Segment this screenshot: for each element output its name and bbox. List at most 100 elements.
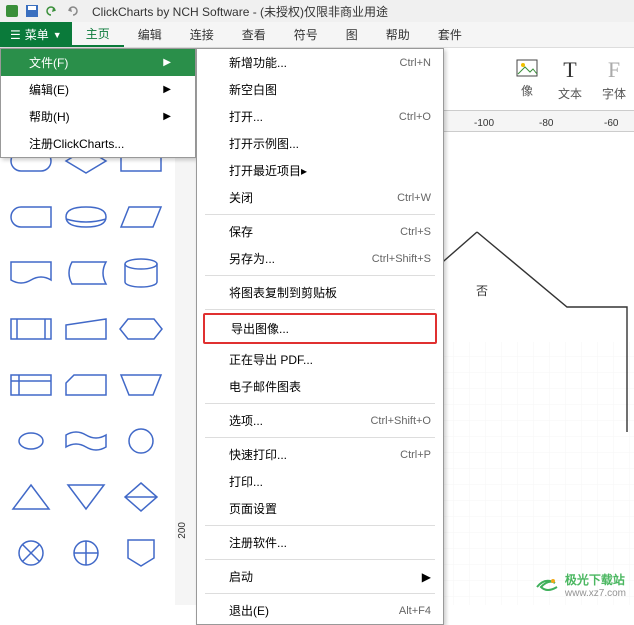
main-menu-button[interactable]: ☰ 菜单 ▼ — [0, 22, 72, 47]
menu-item-label: 快速打印... — [229, 446, 287, 463]
menu-item-save-as[interactable]: 另存为... Ctrl+Shift+S — [197, 245, 443, 272]
menu-item-options[interactable]: 选项...Ctrl+Shift+O — [197, 407, 443, 434]
decision-label-no: 否 — [476, 282, 488, 299]
menu-item-quick-print[interactable]: 快速打印... Ctrl+P — [197, 441, 443, 468]
menu-item-label: 编辑(E) — [29, 81, 69, 98]
redo-icon[interactable] — [64, 3, 80, 19]
menu-item-launch[interactable]: 启动▶ — [197, 563, 443, 590]
menu-item-label: 文件(F) — [29, 54, 68, 71]
menu-item-label: 电子邮件图表 — [229, 378, 301, 395]
shortcut: Ctrl+Shift+S — [372, 253, 431, 265]
menu-item-label: 保存 — [229, 223, 253, 240]
menu-item-register-software[interactable]: 注册软件... — [197, 529, 443, 556]
shape-manual-input[interactable] — [61, 304, 110, 354]
menu-separator — [205, 559, 435, 560]
tab-edit[interactable]: 编辑 — [124, 22, 176, 47]
menu-item-exit[interactable]: 退出(E)Alt+F4 — [197, 597, 443, 624]
undo-icon[interactable] — [44, 3, 60, 19]
tab-view[interactable]: 查看 — [228, 22, 280, 47]
highlight-annotation: 导出图像... — [203, 313, 437, 344]
watermark-logo-icon — [533, 573, 561, 597]
menu-item-label: 启动 — [229, 568, 253, 585]
shape-internal-storage[interactable] — [6, 360, 55, 410]
menu-item-open[interactable]: 打开...Ctrl+O — [197, 103, 443, 130]
menu-item-help[interactable]: 帮助(H) ▶ — [1, 103, 195, 130]
shape-triangle-down[interactable] — [61, 472, 110, 522]
tab-help[interactable]: 帮助 — [372, 22, 424, 47]
menu-item-email[interactable]: 电子邮件图表 — [197, 373, 443, 400]
shape-connector[interactable] — [117, 416, 166, 466]
menu-item-print[interactable]: 打印... — [197, 468, 443, 495]
menu-separator — [205, 309, 435, 310]
shape-offpage[interactable] — [117, 528, 166, 578]
shape-display[interactable] — [61, 192, 110, 242]
tool-image[interactable]: 像 — [516, 59, 538, 99]
shape-card[interactable] — [61, 360, 110, 410]
menu-item-register[interactable]: 注册ClickCharts... — [1, 130, 195, 157]
shape-delay-left[interactable] — [6, 192, 55, 242]
menu-item-new-blank[interactable]: 新空白图 — [197, 76, 443, 103]
tool-label: 字体 — [602, 85, 626, 102]
tab-symbol[interactable]: 符号 — [280, 22, 332, 47]
menu-item-edit[interactable]: 编辑(E) ▶ — [1, 76, 195, 103]
menu-item-label: 导出图像... — [231, 320, 289, 337]
menu-separator — [205, 214, 435, 215]
menu-separator — [205, 593, 435, 594]
menu-separator — [205, 437, 435, 438]
menu-item-new[interactable]: 新增功能... Ctrl+N — [197, 49, 443, 76]
shortcut: Ctrl+N — [400, 57, 431, 69]
tool-text[interactable]: T 文本 — [558, 57, 582, 102]
shape-sort[interactable] — [117, 472, 166, 522]
tab-suite[interactable]: 套件 — [424, 22, 476, 47]
shape-data[interactable] — [117, 192, 166, 242]
shape-database[interactable] — [117, 248, 166, 298]
tab-diagram[interactable]: 图 — [332, 22, 372, 47]
menu-item-open-recent[interactable]: 打开最近项目▸ — [197, 157, 443, 184]
shape-manual-op[interactable] — [117, 360, 166, 410]
menu-separator — [205, 525, 435, 526]
shape-preparation[interactable] — [117, 304, 166, 354]
menu-item-export-image[interactable]: 导出图像... — [205, 315, 435, 342]
menu-item-page-setup[interactable]: 页面设置 — [197, 495, 443, 522]
save-icon[interactable] — [24, 3, 40, 19]
menu-item-label: 新增功能... — [229, 54, 287, 71]
menu-item-label: 另存为... — [229, 250, 275, 267]
font-icon: F — [608, 57, 620, 83]
menu-item-label: 注册ClickCharts... — [29, 135, 124, 152]
horizontal-ruler: -100 -80 -60 — [444, 110, 634, 132]
menu-item-label: 页面设置 — [229, 500, 277, 517]
shape-or[interactable] — [6, 528, 55, 578]
menu-strip: ☰ 菜单 ▼ 主页 编辑 连接 查看 符号 图 帮助 套件 — [0, 22, 634, 48]
shortcut: Ctrl+O — [399, 111, 431, 123]
shape-tape[interactable] — [61, 416, 110, 466]
tool-font[interactable]: F 字体 — [602, 57, 626, 102]
menu-item-label: 打开最近项目▸ — [229, 162, 307, 179]
shape-connector-small[interactable] — [6, 416, 55, 466]
shortcut: Ctrl+P — [400, 449, 431, 461]
shape-sum[interactable] — [61, 528, 110, 578]
shape-stored-data[interactable] — [61, 248, 110, 298]
tool-label: 文本 — [558, 85, 582, 102]
tool-label: 像 — [521, 82, 533, 99]
menu-separator — [205, 403, 435, 404]
menu-item-label: 将图表复制到剪贴板 — [229, 284, 337, 301]
tab-connect[interactable]: 连接 — [176, 22, 228, 47]
menu-item-close[interactable]: 关闭Ctrl+W — [197, 184, 443, 211]
menu-item-copy-clipboard[interactable]: 将图表复制到剪贴板 — [197, 279, 443, 306]
menu-item-open-example[interactable]: 打开示例图... — [197, 130, 443, 157]
tab-home[interactable]: 主页 — [72, 22, 124, 47]
shape-predefined[interactable] — [6, 304, 55, 354]
main-menu-label: 菜单 — [25, 26, 49, 43]
shortcut: Ctrl+S — [400, 226, 431, 238]
ruler-tick: 200 — [177, 522, 188, 539]
shape-triangle-up[interactable] — [6, 472, 55, 522]
shortcut: Ctrl+Shift+O — [370, 415, 431, 427]
menu-item-file[interactable]: 文件(F) ▶ — [1, 49, 195, 76]
shape-document[interactable] — [6, 248, 55, 298]
image-icon — [516, 59, 538, 80]
menu-item-save[interactable]: 保存 Ctrl+S — [197, 218, 443, 245]
vertical-ruler: 200 — [175, 132, 197, 605]
shapes-palette — [0, 130, 172, 605]
shortcut: Alt+F4 — [399, 605, 431, 617]
menu-item-export-pdf[interactable]: 正在导出 PDF... — [197, 346, 443, 373]
